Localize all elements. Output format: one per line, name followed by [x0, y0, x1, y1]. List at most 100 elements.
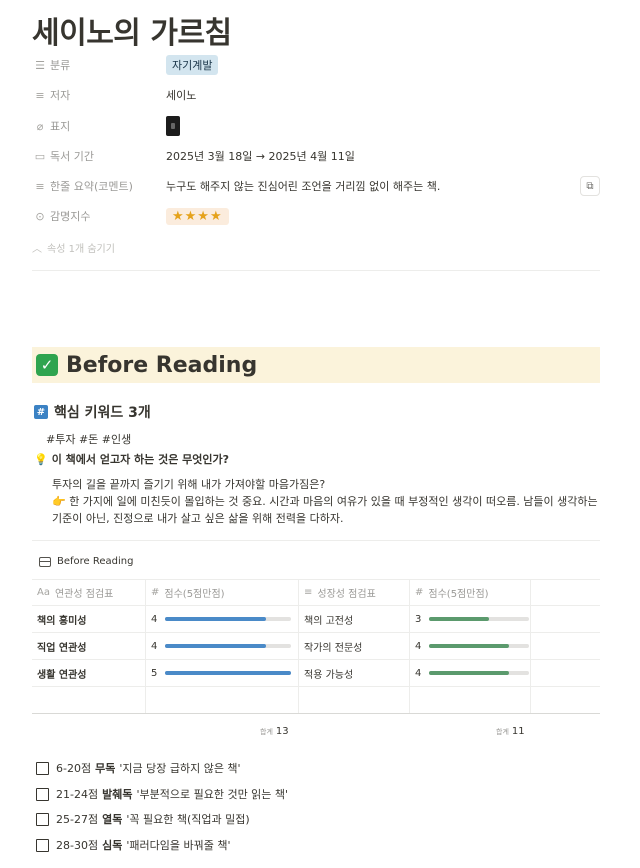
score-cell[interactable]: 4 [146, 606, 299, 632]
property-rating[interactable]: ⊙ 감명지수 ★★★★ [32, 201, 600, 231]
before-reading-heading[interactable]: ✓ Before Reading [32, 347, 600, 383]
property-label: 표지 [50, 120, 71, 133]
text-type-icon: Aa [37, 587, 50, 598]
table-row[interactable]: 책의 흥미성 4 책의 고전성 3 [32, 606, 600, 633]
table-cell[interactable]: 책의 고전성 [299, 606, 410, 632]
table-cell[interactable] [299, 687, 410, 713]
table-header-row: Aa 연관성 점검표 # 점수(5점만점) ≡ 성장성 점검표 # 점수(5점만점) [32, 579, 600, 606]
todo-range: 6-20점 [56, 762, 92, 775]
hide-properties-label: 속성 1개 숨기기 [47, 244, 115, 255]
todo-desc: '부분적으로 필요한 것만 읽는 책' [136, 788, 289, 801]
hide-properties-toggle[interactable]: ︿ 속성 1개 숨기기 [32, 240, 115, 255]
summary-value[interactable]: 누구도 해주지 않는 진심어린 조언을 거리낌 없이 해주는 책. [166, 178, 440, 194]
circle-chevron-icon: ⊙ [35, 209, 45, 223]
question-text: 이 책에서 얻고자 하는 것은 무엇인가? [51, 453, 230, 466]
score-cell[interactable]: 4 [410, 633, 531, 659]
table-row[interactable]: 직업 연관성 4 작가의 전문성 4 [32, 633, 600, 660]
keywords-heading[interactable]: # 핵심 키워드 3개 [34, 402, 151, 422]
sum-label: 합계 [260, 728, 273, 736]
question-heading[interactable]: 💡 이 책에서 얻고자 하는 것은 무엇인가? [34, 451, 229, 467]
table-cell[interactable] [410, 687, 531, 713]
sum-score2[interactable]: 합계 11 [496, 726, 525, 737]
score-value: 4 [415, 667, 422, 679]
keywords-text[interactable]: #투자 #돈 #인생 [46, 431, 131, 447]
text-lines-icon: ≡ [35, 88, 45, 102]
table-cell[interactable]: 책의 흥미성 [32, 606, 146, 632]
table-cell[interactable]: 적용 가능성 [299, 660, 410, 686]
paperclip-icon: ⌀ [36, 119, 44, 133]
rating-stars[interactable]: ★★★★ [166, 207, 229, 225]
hash-icon: # [34, 405, 48, 419]
table-icon [39, 556, 51, 567]
property-label: 저자 [50, 89, 71, 102]
sum-score1[interactable]: 합계 13 [260, 726, 289, 737]
before-reading-title: Before Reading [66, 352, 258, 378]
score-bar [165, 617, 291, 621]
divider [32, 270, 600, 271]
database-title[interactable]: Before Reading [39, 556, 133, 567]
property-author[interactable]: ≡ 저자 세이노 [32, 80, 600, 110]
calendar-icon: ▭ [34, 149, 46, 163]
column-header[interactable]: # 점수(5점만점) [146, 580, 299, 605]
database-title-text: Before Reading [57, 556, 134, 567]
table-cell[interactable] [531, 606, 600, 632]
checkbox[interactable] [36, 787, 49, 801]
author-value[interactable]: 세이노 [166, 87, 196, 103]
column-label: 점수(5점만점) [428, 589, 489, 600]
page-title[interactable]: 세이노의 가르침 [32, 8, 232, 52]
period-value[interactable]: 2025년 3월 18일 → 2025년 4월 11일 [166, 148, 355, 164]
checkbox[interactable] [36, 812, 49, 826]
text-lines-icon: ≡ [304, 587, 313, 598]
score-value: 3 [415, 613, 422, 625]
text-lines-icon: ≡ [35, 179, 45, 193]
number-type-icon: # [415, 587, 424, 598]
table-cell[interactable]: 직업 연관성 [32, 633, 146, 659]
checkbox[interactable] [36, 761, 49, 775]
todo-range: 21-24점 [56, 788, 99, 801]
property-category[interactable]: ☰ 분류 자기계발 [32, 50, 600, 80]
score-cell[interactable]: 5 [146, 660, 299, 686]
score-bar [165, 671, 291, 675]
todo-grade: 열독 [102, 813, 123, 826]
new-row-placeholder[interactable] [32, 687, 600, 714]
column-header[interactable]: # 점수(5점만점) [410, 580, 531, 605]
score-bar [429, 617, 529, 621]
answer-block[interactable]: 투자의 길을 끝까지 즐기기 위해 내가 가져야할 마음가짐은? 👉 한 가지에… [52, 476, 600, 527]
score-bar [165, 644, 291, 648]
score-bar-fill [165, 617, 266, 621]
table-cell[interactable]: 작가의 전문성 [299, 633, 410, 659]
table-row[interactable]: 생활 연관성 5 적용 가능성 4 [32, 660, 600, 687]
score-cell[interactable]: 4 [146, 633, 299, 659]
score-bar [429, 644, 529, 648]
todo-desc: '꼭 필요한 책(직업과 밀접) [126, 813, 250, 826]
cover-thumbnail[interactable] [166, 116, 180, 136]
property-summary[interactable]: ≡ 한줄 요약(코멘트) 누구도 해주지 않는 진심어린 조언을 거리낌 없이 해… [32, 171, 600, 201]
score-value: 4 [415, 640, 422, 652]
table-cell[interactable] [531, 687, 600, 713]
light-bulb-icon: 💡 [34, 452, 48, 466]
score-cell[interactable]: 4 [410, 660, 531, 686]
property-cover[interactable]: ⌀ 표지 [32, 111, 600, 141]
table-cell[interactable] [32, 687, 146, 713]
todo-grade: 심독 [102, 839, 123, 852]
table-cell[interactable]: 생활 연관성 [32, 660, 146, 686]
column-header[interactable]: Aa 연관성 점검표 [32, 580, 146, 605]
column-header[interactable]: ≡ 성장성 점검표 [299, 580, 410, 605]
list-icon: ☰ [35, 58, 45, 72]
score-cell[interactable]: 3 [410, 606, 531, 632]
table-cell[interactable] [531, 633, 600, 659]
table-cell[interactable] [531, 660, 600, 686]
category-tag[interactable]: 자기계발 [166, 55, 219, 75]
score-bar [429, 671, 529, 675]
copy-icon[interactable]: ⧉ [580, 176, 600, 196]
score-value: 4 [151, 640, 158, 652]
score-bar-fill [165, 644, 266, 648]
table-cell[interactable] [146, 687, 299, 713]
property-period[interactable]: ▭ 독서 기간 2025년 3월 18일 → 2025년 4월 11일 [32, 141, 600, 171]
property-label: 독서 기간 [50, 150, 94, 163]
checkbox[interactable] [36, 838, 49, 852]
score-bar-fill [429, 617, 489, 621]
property-label: 한줄 요약(코멘트) [50, 180, 133, 193]
column-header-empty [531, 580, 600, 605]
column-label: 연관성 점검표 [54, 589, 114, 600]
